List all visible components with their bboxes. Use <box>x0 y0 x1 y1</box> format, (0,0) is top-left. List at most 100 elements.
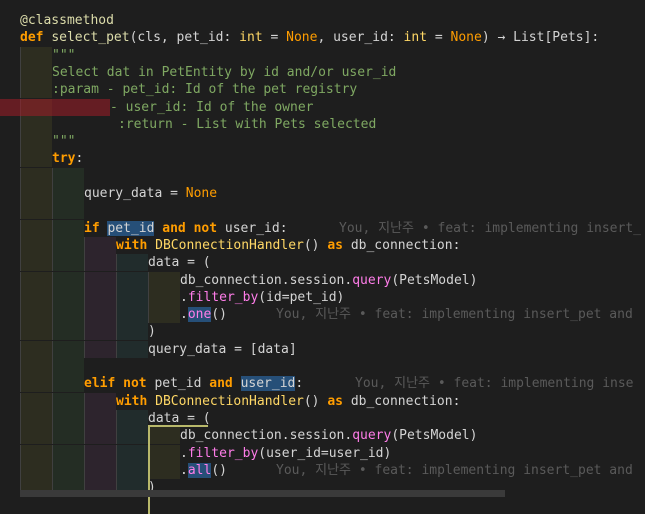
code-text: db_connection.session.query(PetsModel) <box>180 272 477 289</box>
indent-guide <box>148 271 149 289</box>
code-text: """ <box>52 133 75 150</box>
code-token: user_id <box>240 376 296 392</box>
code-token: pet_id <box>146 376 210 392</box>
indent-band <box>116 254 148 272</box>
code-token: None <box>286 30 318 46</box>
code-line[interactable]: .filter_by(user_id=user_id) <box>0 444 645 462</box>
indent-band <box>52 306 84 324</box>
code-line[interactable]: .one() You, 지난주 • feat: implementing inse… <box>0 306 645 324</box>
code-token: DBConnectionHandler <box>155 237 304 253</box>
indent-guide <box>52 358 53 375</box>
code-token: (cls, pet_id: <box>129 30 240 46</box>
indent-guide <box>84 306 85 324</box>
code-token: = <box>262 30 287 46</box>
code-line[interactable]: @classmethod <box>0 12 645 29</box>
indent-error-band <box>0 98 110 116</box>
bracket-pair-guide <box>148 427 150 514</box>
code-line[interactable]: def select_pet(cls, pet_id: int = None, … <box>0 29 645 46</box>
code-line[interactable]: ) <box>0 323 645 341</box>
code-token: , user_id: <box>317 30 404 46</box>
indent-band <box>148 427 180 445</box>
indent-band <box>84 461 116 479</box>
git-blame-annotation: You, 지난주 • feat: implementing insert_pet… <box>276 462 633 478</box>
indent-band <box>148 271 180 289</box>
indent-guide <box>52 427 53 445</box>
indent-guide <box>84 323 85 341</box>
code-token: data = ( <box>148 255 211 271</box>
horizontal-scrollbar[interactable] <box>20 490 505 497</box>
code-editor[interactable]: @classmethod def select_pet(cls, pet_id: … <box>0 0 645 514</box>
code-token: int <box>403 30 428 46</box>
code-token: as <box>327 393 343 409</box>
code-line[interactable]: data = ( <box>0 254 645 272</box>
code-text: .filter_by(user_id=user_id) <box>180 445 391 462</box>
code-token: :param - pet_id: Id of the pet registry <box>52 82 358 98</box>
code-line[interactable]: db_connection.session.query(PetsModel) <box>0 271 645 289</box>
indent-band <box>52 271 84 289</box>
indent-guide <box>52 392 53 410</box>
indent-band <box>52 185 84 202</box>
code-line[interactable] <box>0 358 645 375</box>
code-line[interactable]: with DBConnectionHandler() as db_connect… <box>0 236 645 254</box>
indent-guide <box>84 444 85 462</box>
code-line[interactable] <box>0 167 645 185</box>
code-line[interactable]: data = ( <box>0 409 645 427</box>
code-line[interactable]: :return - List with Pets selected <box>0 115 645 133</box>
code-token: Select dat in PetEntity by id and/or use… <box>52 64 397 80</box>
indent-band <box>148 461 180 479</box>
indent-guide <box>116 427 117 445</box>
indent-guide <box>52 254 53 272</box>
code-line[interactable]: if pet_id and not user_id: You, 지난주 • fea… <box>0 219 645 237</box>
code-line[interactable]: .all() You, 지난주 • feat: implementing inse… <box>0 461 645 479</box>
code-line[interactable]: """ <box>0 46 645 64</box>
indent-band <box>84 254 116 272</box>
code-text: elif not pet_id and user_id: <box>84 375 303 392</box>
indent-band <box>52 236 84 254</box>
indent-band <box>116 340 148 358</box>
code-token: not <box>123 376 147 392</box>
indent-guide <box>52 202 53 220</box>
indent-band <box>52 202 84 220</box>
indent-guide <box>148 306 149 324</box>
code-text: with DBConnectionHandler() as db_connect… <box>116 393 460 410</box>
indent-guide <box>116 444 117 462</box>
indent-band <box>116 427 148 445</box>
indent-guide <box>20 427 21 445</box>
indent-band <box>52 358 84 375</box>
code-line[interactable]: """ <box>0 133 645 151</box>
code-token: int <box>239 30 263 46</box>
indent-guide <box>20 254 21 272</box>
code-token: (PetsModel) <box>391 272 478 288</box>
code-text: .one() <box>180 306 227 323</box>
indent-guide <box>84 409 85 427</box>
indent-band <box>116 444 148 462</box>
indent-guide <box>20 288 21 306</box>
indent-band <box>20 340 52 358</box>
indent-band <box>20 167 52 185</box>
indent-band <box>20 392 52 410</box>
code-line[interactable]: with DBConnectionHandler() as db_connect… <box>0 392 645 410</box>
indent-guide <box>116 323 117 341</box>
indent-band <box>20 375 52 393</box>
code-token: all <box>187 462 212 478</box>
code-token: db_connection.session. <box>180 272 353 288</box>
indent-guide <box>20 392 21 410</box>
code-line[interactable]: Select dat in PetEntity by id and/or use… <box>0 63 645 81</box>
code-line[interactable]: elif not pet_id and user_id: You, 지난주 • f… <box>0 375 645 393</box>
indent-band <box>52 375 84 393</box>
code-line[interactable]: try: <box>0 150 645 168</box>
indent-guide <box>116 409 117 427</box>
code-line[interactable]: :param - pet_id: Id of the pet registry <box>0 81 645 99</box>
indent-guide <box>20 323 21 341</box>
code-token: query_data = [data] <box>148 341 297 357</box>
code-line[interactable]: db_connection.session.query(PetsModel) <box>0 427 645 445</box>
code-line[interactable]: .filter_by(id=pet_id) <box>0 288 645 306</box>
code-line[interactable]: - user_id: Id of the owner <box>0 98 645 116</box>
code-line[interactable]: query_data = [data] <box>0 340 645 358</box>
code-text: query_data = None <box>84 185 217 202</box>
code-line[interactable]: query_data = None <box>0 185 645 202</box>
indent-guide <box>84 236 85 254</box>
indent-band <box>20 115 52 133</box>
code-line[interactable] <box>0 202 645 220</box>
